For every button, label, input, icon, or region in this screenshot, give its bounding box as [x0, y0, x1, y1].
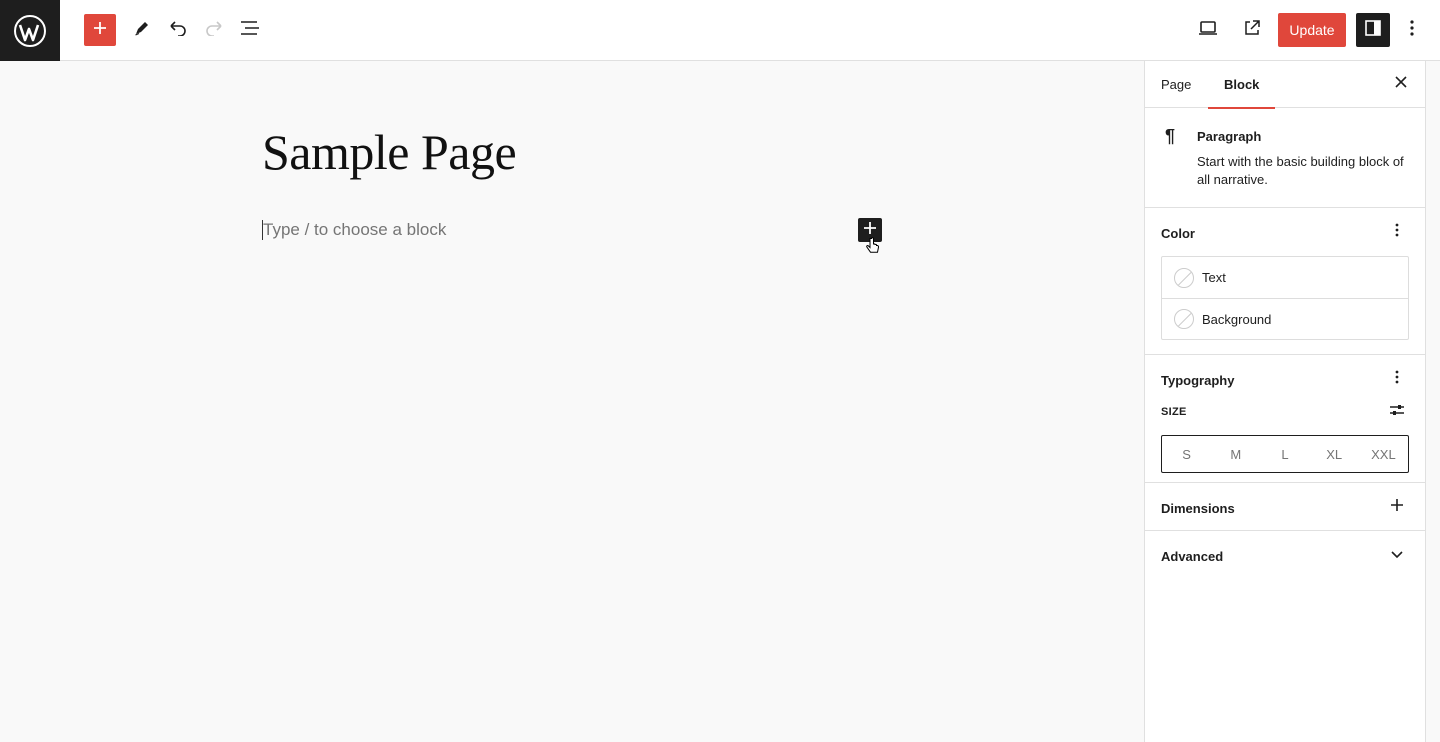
redo-button[interactable] [198, 14, 230, 46]
pencil-icon [133, 19, 151, 42]
dimensions-add-button[interactable] [1385, 495, 1409, 519]
color-panel-title: Color [1161, 226, 1195, 241]
empty-swatch-icon [1174, 267, 1194, 288]
desktop-icon [1198, 20, 1218, 41]
typography-options-button[interactable] [1385, 367, 1409, 391]
undo-button[interactable] [162, 14, 194, 46]
tools-button[interactable] [126, 14, 158, 46]
pointer-cursor-icon [866, 237, 880, 260]
sidebar-icon [1364, 19, 1382, 42]
document-overview-button[interactable] [234, 14, 266, 46]
custom-size-button[interactable] [1385, 400, 1409, 424]
font-size-option-s[interactable]: S [1162, 436, 1211, 472]
advanced-panel[interactable]: Advanced [1145, 531, 1425, 579]
settings-sliders-icon [1389, 403, 1405, 422]
font-size-picker: S M L XL XXL [1161, 435, 1409, 473]
close-icon [1395, 75, 1407, 93]
font-size-option-l[interactable]: L [1260, 436, 1309, 472]
settings-toggle-button[interactable] [1356, 13, 1390, 47]
redo-icon [204, 20, 224, 41]
color-panel: Color Text Background [1145, 208, 1425, 355]
sidebar-tabs: Page Block [1145, 61, 1425, 109]
more-vertical-icon [1409, 19, 1415, 42]
external-link-icon [1243, 19, 1261, 42]
undo-icon [168, 20, 188, 41]
block-card: ¶ Paragraph Start with the basic buildin… [1145, 108, 1425, 208]
font-size-option-xl[interactable]: XL [1310, 436, 1359, 472]
editor-header: Update [0, 0, 1440, 61]
view-page-button[interactable] [1236, 14, 1268, 46]
more-vertical-icon [1395, 223, 1399, 242]
wordpress-logo-icon[interactable] [0, 0, 60, 61]
chevron-down-icon [1391, 546, 1403, 564]
plus-icon [1390, 498, 1404, 517]
block-inserter-button[interactable] [84, 14, 116, 46]
typography-panel-title: Typography [1161, 373, 1235, 388]
block-card-description: Start with the basic building block of a… [1197, 154, 1404, 187]
color-list: Text Background [1161, 256, 1409, 340]
dimensions-panel[interactable]: Dimensions [1145, 483, 1425, 531]
tab-block[interactable]: Block [1208, 61, 1276, 109]
editor-canvas: Sample Page Type / to choose a block [0, 61, 1144, 742]
font-size-label: SIZE [1161, 406, 1187, 418]
options-button[interactable] [1396, 14, 1428, 46]
color-options-button[interactable] [1385, 220, 1409, 244]
preview-device-button[interactable] [1192, 14, 1224, 46]
color-item-label: Background [1202, 311, 1272, 327]
tab-page[interactable]: Page [1145, 61, 1207, 108]
text-color-item[interactable]: Text [1162, 257, 1408, 298]
list-view-icon [240, 20, 260, 41]
advanced-panel-title: Advanced [1161, 549, 1224, 564]
typography-panel: Typography SIZE S M L XL XXL [1145, 355, 1425, 483]
block-card-title: Paragraph [1197, 129, 1262, 144]
close-sidebar-button[interactable] [1389, 72, 1413, 96]
font-size-option-m[interactable]: M [1211, 436, 1260, 472]
dimensions-panel-title: Dimensions [1161, 501, 1235, 516]
page-title[interactable]: Sample Page [262, 123, 517, 181]
settings-sidebar: Page Block ¶ Paragraph Start with the ba… [1144, 61, 1426, 742]
empty-swatch-icon [1174, 309, 1194, 329]
advanced-toggle-button[interactable] [1385, 543, 1409, 567]
more-vertical-icon [1395, 370, 1399, 389]
paragraph-block-placeholder[interactable]: Type / to choose a block [263, 220, 446, 240]
font-size-option-xxl[interactable]: XXL [1359, 436, 1408, 472]
plus-icon [93, 21, 107, 40]
background-color-item[interactable]: Background [1162, 298, 1408, 339]
color-item-label: Text [1202, 270, 1226, 285]
update-button[interactable]: Update [1278, 13, 1346, 47]
paragraph-icon: ¶ [1165, 126, 1176, 146]
